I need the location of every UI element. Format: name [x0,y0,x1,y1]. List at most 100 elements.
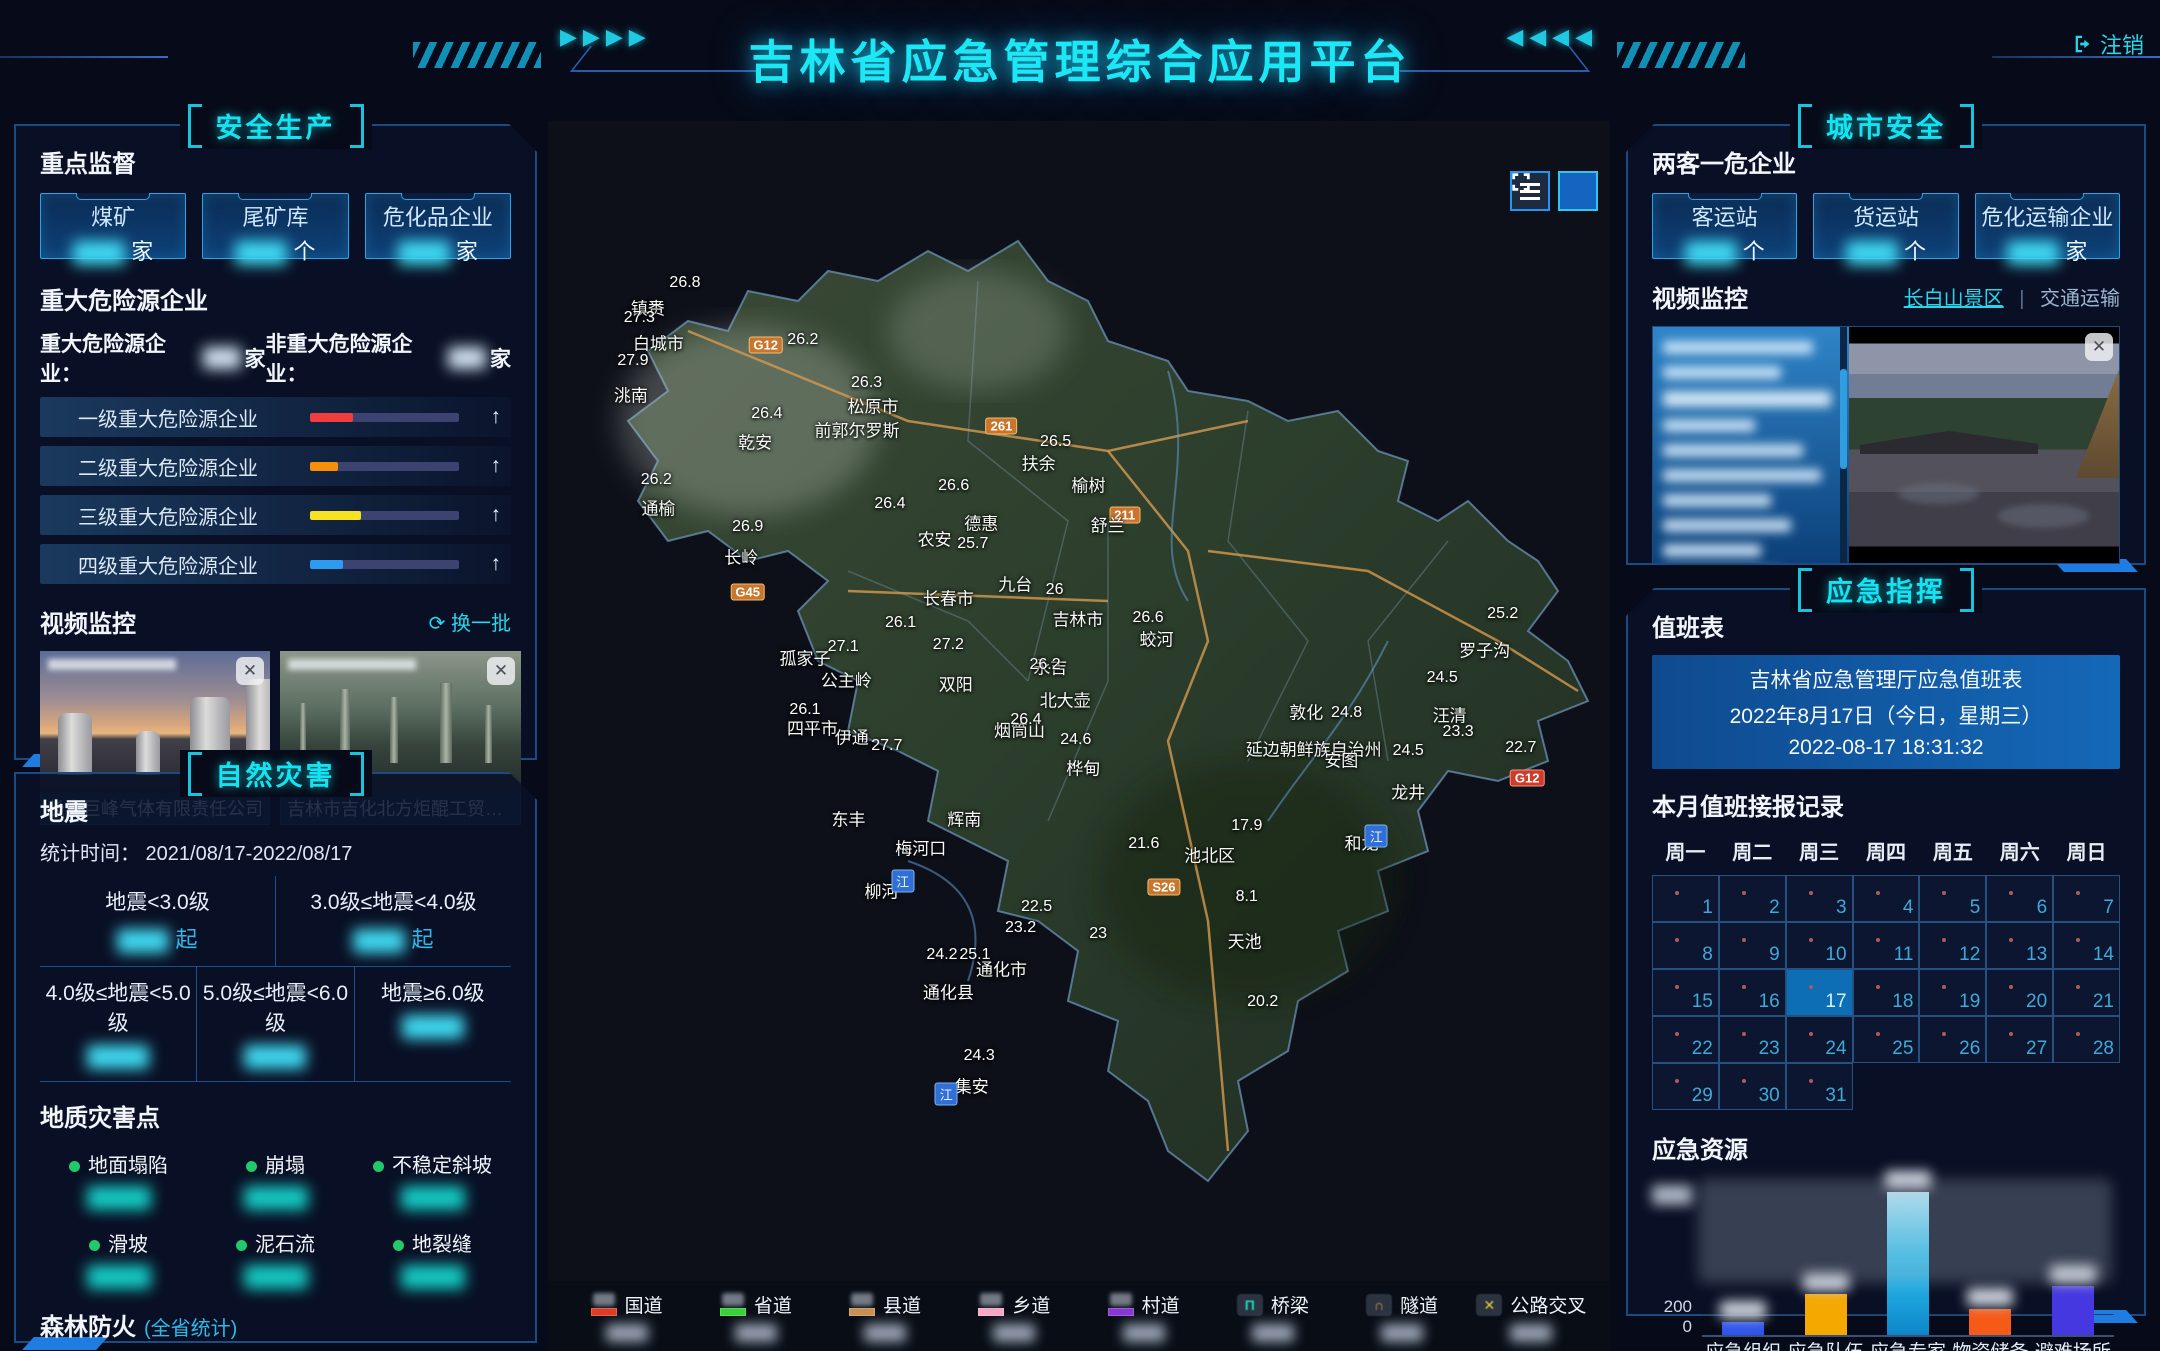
calendar-day[interactable]: 25 [1853,1016,1920,1063]
calendar-day[interactable]: 29 [1652,1063,1719,1110]
legend-row: ∩隧道 [1340,1291,1465,1318]
quake-grid: 地震<3.0级 起3.0级≤地震<4.0级 起 4.0级≤地震<5.0级5.0级… [40,876,511,1082]
close-icon[interactable]: ✕ [236,657,264,685]
calendar-day[interactable]: 30 [1719,1063,1786,1110]
calendar-day[interactable]: 17 [1786,969,1853,1016]
calendar-day[interactable]: 23 [1719,1016,1786,1063]
geo-hazard-value [197,1186,354,1210]
legend-item-line[interactable]: 县道 [823,1291,948,1342]
calendar-day[interactable]: 5 [1919,875,1986,922]
scrollbar-thumb[interactable] [1840,369,1847,468]
camera-list-item-blurred[interactable] [1663,494,1771,507]
camera-monitor-area: ✕ [1652,326,2120,564]
close-icon[interactable]: ✕ [487,657,515,685]
legend-item-line[interactable]: 乡道 [952,1291,1077,1342]
calendar-day[interactable]: 31 [1786,1063,1853,1110]
calendar-day[interactable]: 7 [2053,875,2120,922]
weekday-label: 周二 [1719,836,1786,865]
map-temp-label: 27.2 [933,636,964,654]
supervision-card[interactable]: 煤矿 家 [40,193,186,259]
scrollbar[interactable] [1840,327,1847,563]
camera-list-item-blurred[interactable] [1663,444,1803,457]
calendar-day[interactable]: 10 [1786,922,1853,969]
calendar-day[interactable]: 28 [2053,1016,2120,1063]
hazard-level-bar [310,511,361,520]
video-heading: 视频监控 [40,604,136,639]
supervision-card[interactable]: 危化品企业 家 [365,193,511,259]
camera-list-item-blurred[interactable] [1663,391,1831,407]
link-changbaishan[interactable]: 长白山景区 [1904,288,2004,310]
camera-live-view[interactable]: ✕ [1849,327,2119,563]
legend-item-line[interactable]: 省道 [693,1291,818,1342]
refresh-batch-button[interactable]: ⟳ 换一批 [429,607,511,636]
calendar-day[interactable]: 24 [1786,1016,1853,1063]
blurred-number [448,347,486,369]
legend-item-tunnel[interactable]: ∩隧道 [1340,1291,1465,1342]
duty-schedule-card[interactable]: 吉林省应急管理厅应急值班表 2022年8月17日（今日，星期三） 2022-08… [1652,655,2120,769]
map-temp-label: 24.6 [1060,731,1091,749]
map-temp-label: 26.2 [787,331,818,349]
calendar-day[interactable]: 8 [1652,922,1719,969]
calendar-day[interactable]: 11 [1853,922,1920,969]
legend-item-line[interactable]: 村道 [1081,1291,1206,1342]
calendar-day[interactable]: 20 [1986,969,2053,1016]
calendar-day[interactable]: 19 [1919,969,1986,1016]
calendar-day[interactable]: 26 [1919,1016,1986,1063]
calendar-day[interactable]: 2 [1719,875,1786,922]
map-temp-label: 26.9 [732,518,763,536]
event-dot [1942,985,1946,989]
calendar-day[interactable]: 27 [1986,1016,2053,1063]
legend-label: 村道 [1142,1291,1180,1318]
map-city-label: 长岭 [724,544,758,569]
camera-list[interactable] [1653,327,1849,563]
calendar-day[interactable]: 22 [1652,1016,1719,1063]
map-city-label: 舒兰 [1091,512,1125,537]
calendar-day[interactable]: 13 [1986,922,2053,969]
lkyw-card[interactable]: 危化运输企业 家 [1975,193,2120,259]
province-map[interactable]: 26.8镇赉27.3白城市27.9洮南G1226.226.3松原市前郭尔罗斯26… [548,121,1610,1351]
calendar-day[interactable]: 12 [1919,922,1986,969]
fullscreen-button[interactable] [1558,171,1598,211]
map-temp-label: 17.9 [1231,817,1262,835]
map-river-tag: 江 [1365,824,1388,847]
calendar-day[interactable]: 6 [1986,875,2053,922]
plant-structure [440,683,452,763]
calendar-day[interactable]: 15 [1652,969,1719,1016]
calendar-day[interactable]: 16 [1719,969,1786,1016]
legend-item-bridge[interactable]: Π桥梁 [1210,1291,1335,1342]
legend-color-swatch [1108,1308,1134,1316]
calendar-day[interactable]: 1 [1652,875,1719,922]
day-number: 8 [1702,944,1713,966]
camera-list-item-blurred[interactable] [1663,469,1821,482]
supervision-card[interactable]: 尾矿库 个 [202,193,348,259]
hazard-level-bar [310,413,353,422]
lkyw-card[interactable]: 货运站 个 [1813,193,1958,259]
lkyw-card[interactable]: 客运站 个 [1652,193,1797,259]
close-icon[interactable]: ✕ [2085,333,2113,361]
camera-list-item-blurred[interactable] [1663,366,1781,379]
camera-list-item-blurred[interactable] [1663,519,1791,532]
city-panel-title: 城市安全 [1790,102,1982,149]
geo-hazard-label: 崩塌 [197,1149,354,1178]
chart-bar [1969,1309,2011,1335]
event-dot [1675,1079,1679,1083]
green-dot-icon [373,1161,384,1172]
calendar-day[interactable]: 14 [2053,922,2120,969]
logout-button[interactable]: 注销 [2072,28,2144,60]
calendar-day[interactable]: 18 [1853,969,1920,1016]
calendar-day[interactable]: 3 [1786,875,1853,922]
city-safety-panel: 城市安全 两客一危企业 客运站 个货运站 个危化运输企业 家 视频监控 长白山景… [1626,124,2146,565]
link-jiaotongyunshu[interactable]: 交通运输 [2040,288,2120,310]
quake-stat-time: 统计时间： 2021/08/17-2022/08/17 [40,837,511,866]
stat-card-unit: 家 [450,239,478,264]
camera-list-item-blurred[interactable] [1663,544,1761,557]
camera-list-item-blurred[interactable] [1663,341,1813,354]
calendar-day[interactable]: 21 [2053,969,2120,1016]
legend-item-cross[interactable]: ✕公路交叉 [1469,1291,1594,1342]
camera-list-item-blurred[interactable] [1663,419,1755,432]
forest-subtitle: (全省统计) [144,1312,237,1341]
legend-item-line[interactable]: 国道 [564,1291,689,1342]
calendar-day[interactable]: 9 [1719,922,1786,969]
stat-card-value: 个 [1653,234,1796,266]
calendar-day[interactable]: 4 [1853,875,1920,922]
